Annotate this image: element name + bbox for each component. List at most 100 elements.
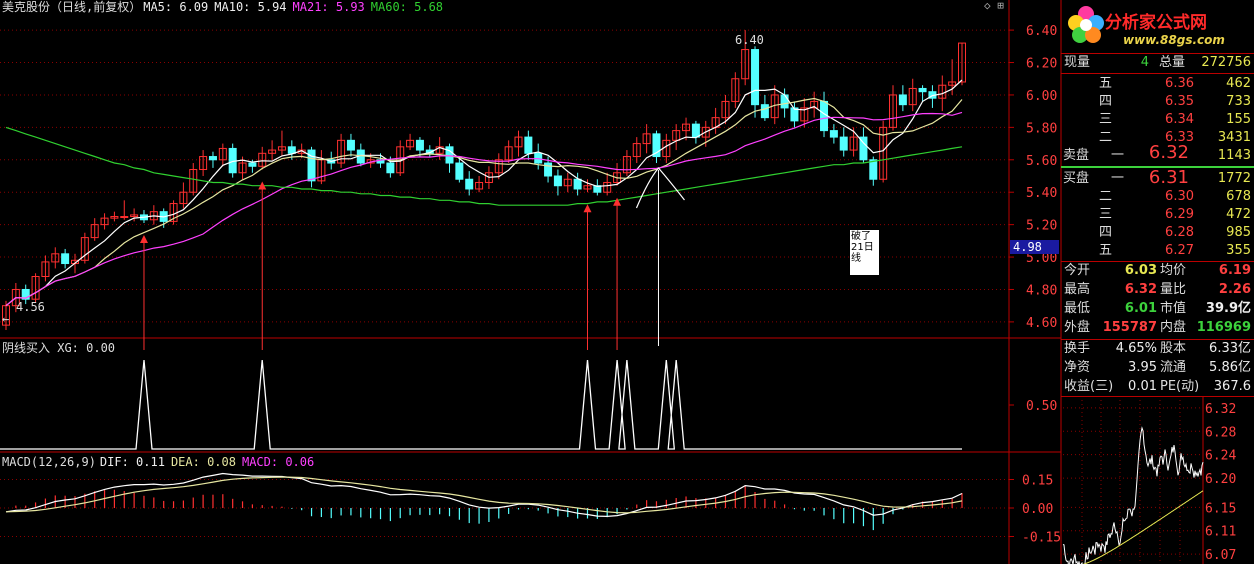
candle-down (780, 94, 789, 109)
sell-volume: 3431 (1217, 130, 1251, 145)
buy-price: 6.27 (1165, 243, 1194, 258)
total-volume-label: 总量 (1159, 55, 1186, 70)
fundamental-value: 4.65% (1115, 341, 1157, 356)
buy-price: 6.28 (1165, 225, 1194, 240)
candle-down (445, 146, 454, 164)
price-tick-label: 5.40 (1026, 186, 1057, 201)
signal-arrow-head (613, 197, 622, 206)
buy-row: 五 6.27 355 (1061, 242, 1254, 260)
ma60-label: MA60: 5.68 (370, 0, 444, 14)
macd-tick-label: 0.15 (1022, 474, 1053, 489)
sell-price: 6.36 (1165, 76, 1194, 91)
candle-down (455, 162, 464, 180)
buy-price: 6.31 (1148, 167, 1189, 188)
candle-down (524, 136, 533, 154)
buy-row: 四 6.28 985 (1061, 224, 1254, 242)
stat-label: 内盘 (1160, 320, 1187, 335)
volume-now-value: 4 (1140, 55, 1149, 70)
stat-value: 6.03 (1124, 263, 1157, 278)
candle-down (553, 175, 562, 187)
sell-price: 6.34 (1165, 112, 1194, 127)
main-header: 美克股份（日线,前复权） MA5: 6.09 MA10: 5.94 MA21: 5.9… (2, 0, 449, 15)
sell-volume: 462 (1226, 76, 1251, 91)
fundamental-label: 换手 (1064, 341, 1091, 356)
stat-value: 6.32 (1124, 282, 1157, 297)
stat-label: 量比 (1160, 282, 1187, 297)
candle-down (346, 139, 355, 151)
sell-row: 卖盘 一 6.32 1143 (1061, 144, 1254, 165)
sell-level: 四 (1099, 94, 1113, 109)
price-tick-label: 5.80 (1026, 121, 1057, 136)
stat-value: 39.9亿 (1205, 301, 1251, 316)
flower-logo-icon (1068, 6, 1104, 43)
sell-row: 四 6.35 733 (1061, 93, 1254, 111)
buy-level: 二 (1099, 189, 1113, 204)
stat-label: 市值 (1160, 301, 1187, 316)
sell-level: 二 (1099, 130, 1113, 145)
stat-row: 最高 6.32 量比 2.26 (1061, 281, 1254, 299)
fundamental-value: 6.33亿 (1209, 341, 1251, 356)
fundamental-value: 0.01 (1128, 379, 1157, 394)
high-price-label: 6.40 (735, 33, 764, 47)
buy-volume: 1772 (1217, 171, 1251, 186)
ma5-line (5, 79, 963, 307)
cursor-price-box: 4.98 (1010, 240, 1059, 254)
logo-title: 分析家公式网 (1105, 13, 1207, 33)
candle-down (465, 178, 474, 190)
site-logo[interactable]: 分析家公式网 www.88gs.com (1061, 2, 1254, 52)
signal-arrow-head (583, 204, 592, 213)
low-price-label: 4.56 (16, 300, 45, 314)
candle-down (760, 104, 769, 119)
price-tick-label: 4.80 (1026, 283, 1057, 298)
sell-level: 五 (1099, 76, 1113, 91)
stock-title: 美克股份（日线,前复权） (2, 0, 142, 14)
buy-price: 6.30 (1165, 189, 1194, 204)
volume-now-label: 现量 (1064, 55, 1091, 70)
candle-down (898, 94, 907, 106)
candle-down (918, 87, 927, 93)
stat-row: 外盘 155787 内盘 116969 (1061, 319, 1254, 337)
buy-row: 三 6.29 472 (1061, 206, 1254, 224)
stat-label: 今开 (1064, 263, 1091, 278)
annotation-note: 破了21日线 (850, 230, 879, 275)
stat-row: 今开 6.03 均价 6.19 (1061, 262, 1254, 280)
left-arrow-icon[interactable]: ← (2, 311, 9, 327)
sell-volume: 155 (1226, 112, 1251, 127)
signal-arrow-head (139, 235, 148, 244)
window-buttons[interactable]: ◇ ⊞ (984, 0, 1004, 14)
buy-level: 一 (1111, 171, 1125, 186)
candle-down (839, 136, 848, 151)
stat-label: 外盘 (1064, 320, 1091, 335)
fundamental-label: 股本 (1160, 341, 1187, 356)
ma10-line (5, 97, 963, 307)
price-tick-label: 5.60 (1026, 154, 1057, 169)
price-tick-label: 6.00 (1026, 89, 1057, 104)
stat-value: 155787 (1102, 320, 1157, 335)
quote-panel: 分析家公式网 www.88gs.com 现量 4 总量 272756 五 6.36… (1061, 0, 1254, 564)
divider (1061, 396, 1254, 397)
total-volume-value: 272756 (1201, 55, 1251, 70)
sell-level: 三 (1099, 112, 1113, 127)
sell-title: 卖盘 (1063, 148, 1090, 163)
price-tick-label: 4.60 (1026, 316, 1057, 331)
stat-label: 最低 (1064, 301, 1091, 316)
fundamental-label: 净资 (1064, 360, 1091, 375)
sell-row: 三 6.34 155 (1061, 111, 1254, 129)
fundamental-row: 换手 4.65% 股本 6.33亿 (1061, 340, 1254, 358)
buy-volume: 355 (1226, 243, 1251, 258)
stat-value: 116969 (1196, 320, 1251, 335)
fundamental-label: PE(动) (1160, 379, 1200, 394)
macd-params: MACD(12,26,9) (2, 455, 96, 469)
fundamental-label: 流通 (1160, 360, 1187, 375)
macd-tick-label: -0.15 (1022, 531, 1061, 546)
stat-value: 6.01 (1124, 301, 1157, 316)
macd-header: MACD(12,26,9) DIF: 0.11 DEA: 0.08 MACD: 0.0… (2, 454, 320, 470)
signal-line (0, 359, 962, 450)
macd-value-label: MACD: 0.06 (241, 455, 315, 469)
ma21-label: MA21: 5.93 (292, 0, 365, 14)
fundamental-value: 5.86亿 (1209, 360, 1251, 375)
ma10-label: MA10: 5.94 (214, 0, 287, 14)
buy-level: 三 (1099, 207, 1113, 222)
dif-label: DIF: 0.11 (99, 455, 165, 469)
candle-down (61, 253, 70, 265)
